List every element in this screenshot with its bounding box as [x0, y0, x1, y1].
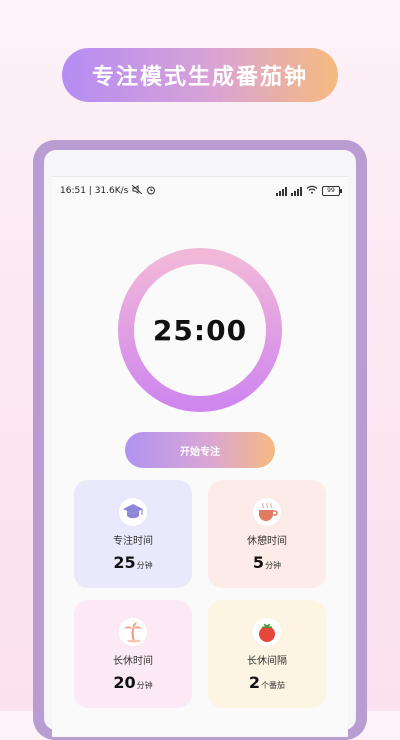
coffee-cup-icon	[253, 498, 281, 526]
focus-time-label: 专注时间	[113, 536, 153, 547]
break-time-unit: 分钟	[265, 561, 282, 570]
break-time-card[interactable]: 休憩时间 5 分钟	[208, 480, 326, 588]
status-bar: 16:51 | 31.6K/s 99	[60, 182, 342, 200]
break-time-label: 休憩时间	[247, 536, 287, 547]
focus-time-card[interactable]: 专注时间 25 分钟	[74, 480, 192, 588]
start-focus-label: 开始专注	[180, 446, 220, 458]
banner-title: 专注模式生成番茄钟	[91, 65, 308, 90]
long-break-value: 20	[113, 673, 136, 692]
graduation-cap-icon	[119, 498, 147, 526]
focus-time-value: 25	[113, 553, 136, 572]
long-break-interval-label: 长休间隔	[247, 656, 287, 667]
start-focus-button[interactable]: 开始专注	[125, 432, 275, 468]
long-break-interval-value: 2	[248, 673, 261, 692]
long-break-card[interactable]: 长休时间 20 分钟	[74, 600, 192, 708]
tomato-icon	[253, 618, 281, 646]
signal-icon	[276, 186, 287, 196]
long-break-interval-unit: 个番茄	[261, 681, 286, 690]
promo-banner: 专注模式生成番茄钟	[62, 48, 338, 102]
long-break-unit: 分钟	[136, 681, 153, 690]
long-break-interval-card[interactable]: 长休间隔 2 个番茄	[208, 600, 326, 708]
alarm-icon	[146, 185, 156, 198]
mute-icon	[132, 184, 143, 197]
status-time: 16:51 | 31.6K/s	[60, 186, 129, 196]
break-time-value: 5	[252, 553, 265, 572]
battery-icon: 99	[322, 186, 342, 196]
signal-icon-2	[291, 186, 302, 196]
palm-tree-icon	[119, 618, 147, 646]
timer-display: 25:00	[152, 313, 248, 347]
focus-time-unit: 分钟	[136, 561, 153, 570]
wifi-icon	[306, 185, 318, 197]
long-break-label: 长休时间	[113, 656, 153, 667]
